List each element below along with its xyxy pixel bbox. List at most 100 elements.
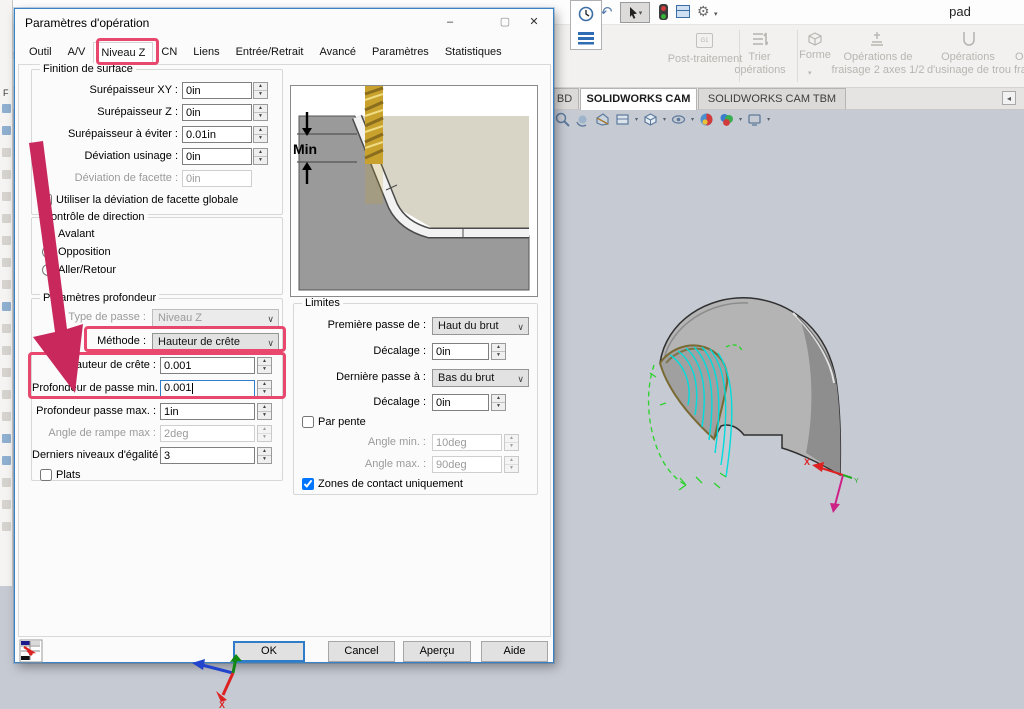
scene-settings-icon[interactable]	[718, 111, 735, 128]
surepaisseur-z-input[interactable]	[182, 104, 252, 121]
tab-av[interactable]: A/V	[60, 41, 94, 63]
table-icon[interactable]	[676, 5, 690, 18]
tab-statistiques[interactable]: Statistiques	[437, 41, 510, 63]
minimize-icon[interactable]: –	[431, 9, 469, 35]
cam-operation-icon[interactable]	[2, 236, 11, 245]
spinner[interactable]: ▲▼	[257, 447, 272, 464]
radio-opposition[interactable]: Opposition	[42, 246, 111, 258]
cam-operation-icon[interactable]	[2, 148, 11, 157]
radio[interactable]	[42, 246, 54, 258]
spinner[interactable]: ▲▼	[257, 357, 272, 374]
spinner[interactable]: ▲▼	[253, 126, 268, 143]
history-clock-icon[interactable]	[577, 5, 595, 23]
decalage-haut-input[interactable]	[432, 343, 489, 360]
dialog-titlebar[interactable]: Paramètres d'opération – ▢ ✕	[15, 9, 553, 37]
cam-operation-icon[interactable]	[2, 390, 11, 399]
tab-bd[interactable]: BD	[550, 88, 579, 109]
cam-operation-icon[interactable]	[2, 302, 11, 311]
view-orientation-cube-icon[interactable]	[642, 111, 659, 128]
derniere-passe-combo[interactable]: Bas du brut ∨	[432, 369, 529, 387]
tab-niveau-z[interactable]: Niveau Z	[93, 42, 153, 64]
select-tool-button[interactable]: ▾	[620, 2, 650, 23]
spinner[interactable]: ▲▼	[491, 394, 506, 411]
ribbon-sort-line1[interactable]: Trier	[732, 51, 787, 63]
parameters-table-icon[interactable]	[19, 639, 43, 663]
cam-operation-icon[interactable]	[2, 478, 11, 487]
display-settings-icon[interactable]	[746, 111, 763, 128]
gear-icon[interactable]: ⚙	[697, 3, 710, 20]
tab-solidworks-cam-tbm[interactable]: SOLIDWORKS CAM TBM	[698, 88, 846, 109]
spinner[interactable]: ▲▼	[253, 148, 268, 165]
ribbon-hole-line1[interactable]: Opérations	[928, 51, 1008, 63]
preview-button[interactable]: Aperçu	[403, 641, 471, 662]
premiere-passe-combo[interactable]: Haut du brut ∨	[432, 317, 529, 335]
zoom-fit-icon[interactable]	[554, 111, 571, 128]
chevron-down-icon[interactable]: ∨	[517, 319, 524, 335]
rotate-view-icon[interactable]	[574, 111, 591, 128]
surepaisseur-xy-input[interactable]	[182, 82, 252, 99]
cam-operation-icon[interactable]	[2, 500, 11, 509]
profondeur-passe-min-input[interactable]: 0.001	[160, 380, 255, 397]
annotation-views-caret-icon[interactable]: ▾	[635, 116, 638, 123]
cam-operation-icon[interactable]	[2, 280, 11, 289]
collapse-pane-icon[interactable]: ◂	[1002, 91, 1016, 105]
tab-parametres[interactable]: Paramètres	[364, 41, 437, 63]
profondeur-passe-max-input[interactable]	[160, 403, 255, 420]
radio-aller-retour[interactable]: Aller/Retour	[42, 264, 116, 276]
stack-lines-icon[interactable]	[577, 31, 595, 45]
spinner[interactable]: ▲▼	[253, 104, 268, 121]
plats-checkbox[interactable]: Plats	[40, 469, 80, 481]
checkbox[interactable]	[40, 194, 52, 206]
cursor-dropdown-caret-icon[interactable]: ▾	[639, 9, 643, 17]
cancel-button[interactable]: Cancel	[328, 641, 395, 662]
radio[interactable]	[42, 264, 54, 276]
tab-entree-retrait[interactable]: Entrée/Retrait	[228, 41, 312, 63]
annotation-views-icon[interactable]	[614, 111, 631, 128]
radio-avalant[interactable]: Avalant	[42, 228, 95, 240]
gear-dropdown-caret-icon[interactable]: ▾	[714, 10, 718, 18]
cam-operation-icon[interactable]	[2, 192, 11, 201]
cam-operation-icon[interactable]	[2, 434, 11, 443]
close-icon[interactable]: ✕	[515, 9, 553, 35]
tab-outil[interactable]: Outil	[21, 41, 60, 63]
scene-settings-caret-icon[interactable]: ▾	[739, 116, 742, 123]
hauteur-de-crete-input[interactable]	[160, 357, 255, 374]
cam-operation-icon[interactable]	[2, 126, 11, 135]
cam-operation-icon[interactable]	[2, 258, 11, 267]
spinner[interactable]: ▲▼	[257, 380, 272, 397]
ribbon-shape[interactable]: Forme	[793, 49, 837, 61]
chevron-down-icon[interactable]: ∨	[517, 371, 524, 387]
tab-cn[interactable]: CN	[153, 41, 185, 63]
cam-operation-icon[interactable]	[2, 412, 11, 421]
tab-solidworks-cam[interactable]: SOLIDWORKS CAM	[580, 88, 697, 110]
tab-liens[interactable]: Liens	[185, 41, 227, 63]
facette-globale-checkbox[interactable]: Utiliser la déviation de facette globale	[40, 194, 238, 206]
checkbox[interactable]	[302, 478, 314, 490]
radio[interactable]	[42, 228, 54, 240]
spinner[interactable]: ▲▼	[253, 82, 268, 99]
surepaisseur-eviter-input[interactable]	[182, 126, 252, 143]
cam-operation-icon[interactable]	[2, 324, 11, 333]
ribbon-mill-line1[interactable]: Opérations de	[832, 51, 924, 63]
checkbox[interactable]	[302, 416, 314, 428]
cam-operation-icon[interactable]	[2, 214, 11, 223]
decalage-bas-input[interactable]	[432, 394, 489, 411]
deviation-usinage-input[interactable]	[182, 148, 252, 165]
cam-operation-icon[interactable]	[2, 170, 11, 179]
zones-contact-checkbox[interactable]: Zones de contact uniquement	[302, 478, 463, 490]
tab-avance[interactable]: Avancé	[311, 41, 364, 63]
methode-combo[interactable]: Hauteur de crête ∨	[152, 333, 279, 351]
section-view-icon[interactable]	[594, 111, 611, 128]
view-orientation-caret-icon[interactable]: ▾	[663, 116, 666, 123]
cam-operation-icon[interactable]	[2, 368, 11, 377]
checkbox[interactable]	[40, 469, 52, 481]
ok-button[interactable]: OK	[233, 641, 305, 662]
cam-operation-icon[interactable]	[2, 346, 11, 355]
par-pente-checkbox[interactable]: Par pente	[302, 416, 366, 428]
cam-operation-icon[interactable]	[2, 522, 11, 531]
display-settings-caret-icon[interactable]: ▾	[767, 116, 770, 123]
cam-operation-icon[interactable]	[2, 456, 11, 465]
traffic-light-icon[interactable]	[659, 4, 668, 20]
display-style-eye-icon[interactable]	[670, 111, 687, 128]
shape-dropdown-caret-icon[interactable]: ▾	[808, 69, 812, 77]
